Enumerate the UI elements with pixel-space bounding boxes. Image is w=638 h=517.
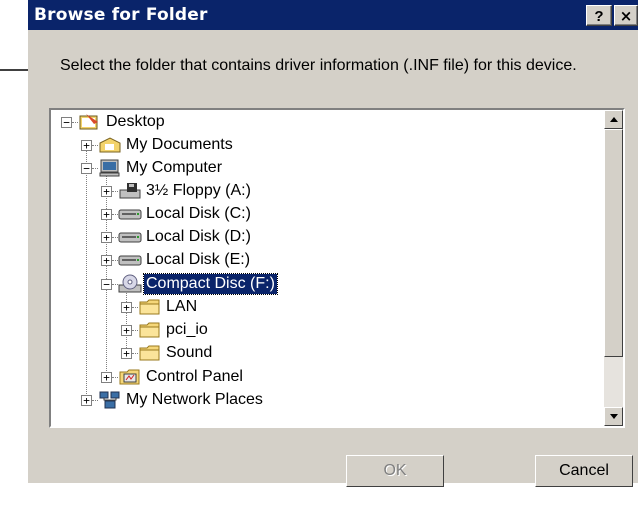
help-button[interactable]: ? <box>586 5 612 26</box>
tree-item[interactable]: − Desktop <box>51 112 591 132</box>
hard-disk-icon <box>118 204 142 224</box>
close-button[interactable]: × <box>614 5 638 26</box>
folder-tree-content: − Desktop + My Documents − My Computer +3½ Flo… <box>51 110 591 426</box>
collapse-icon[interactable]: − <box>61 117 72 128</box>
tree-item[interactable]: + Local Disk (D:) <box>51 227 591 247</box>
tree-item-label[interactable]: Compact Disc (F:) <box>143 273 278 295</box>
control-panel-icon <box>118 367 142 387</box>
tree-item[interactable]: + My Documents <box>51 135 591 155</box>
browse-for-folder-dialog: Browse for Folder ? × Select the folder … <box>28 0 638 487</box>
expand-icon[interactable]: + <box>101 255 112 266</box>
tree-item-label[interactable]: pci_io <box>164 320 210 340</box>
tree-item[interactable]: − Compact Disc (F:) <box>51 273 591 295</box>
tree-item-label[interactable]: 3½ Floppy (A:) <box>144 181 253 201</box>
network-places-icon <box>98 390 122 410</box>
collapse-icon[interactable]: − <box>81 163 92 174</box>
expand-icon[interactable]: + <box>101 372 112 383</box>
tree-item[interactable]: + LAN <box>51 297 591 317</box>
expand-icon[interactable]: + <box>121 302 132 313</box>
tree-item-label[interactable]: Local Disk (D:) <box>144 227 253 247</box>
tree-item[interactable]: + My Network Places <box>51 390 591 410</box>
tree-item[interactable]: + pci_io <box>51 320 591 340</box>
window-title: Browse for Folder <box>34 5 208 25</box>
vertical-scrollbar[interactable] <box>604 110 623 426</box>
my-documents-icon <box>98 135 122 155</box>
my-computer-icon <box>98 158 122 178</box>
cd-drive-icon <box>118 274 142 294</box>
expand-icon[interactable]: + <box>81 395 92 406</box>
tree-item[interactable]: + Control Panel <box>51 367 591 387</box>
tree-item-label[interactable]: My Network Places <box>124 390 265 410</box>
tree-item[interactable]: − My Computer <box>51 158 591 178</box>
tree-item-label[interactable]: LAN <box>164 297 199 317</box>
tree-item-label[interactable]: Local Disk (E:) <box>144 250 252 270</box>
tree-item[interactable]: + Local Disk (E:) <box>51 250 591 270</box>
collapse-icon[interactable]: − <box>101 279 112 290</box>
expand-icon[interactable]: + <box>101 209 112 220</box>
floppy-drive-icon <box>118 181 142 201</box>
tree-item-label[interactable]: Sound <box>164 343 214 363</box>
scroll-up-button[interactable] <box>604 110 623 129</box>
tree-item[interactable]: + Local Disk (C:) <box>51 204 591 224</box>
folder-icon <box>138 297 162 317</box>
cancel-button[interactable]: Cancel <box>535 455 633 487</box>
tree-item-label[interactable]: Local Disk (C:) <box>144 204 253 224</box>
tree-item-label[interactable]: My Documents <box>124 135 235 155</box>
hard-disk-icon <box>118 250 142 270</box>
expand-icon[interactable]: + <box>101 232 112 243</box>
instruction-text: Select the folder that contains driver i… <box>60 57 577 74</box>
tree-item-label[interactable]: My Computer <box>124 158 224 178</box>
tree-item[interactable]: +3½ Floppy (A:) <box>51 181 591 201</box>
up-arrow-icon <box>610 117 618 122</box>
scroll-down-button[interactable] <box>604 407 623 426</box>
tree-item-label[interactable]: Desktop <box>104 112 167 132</box>
scroll-thumb[interactable] <box>604 129 623 357</box>
down-arrow-icon <box>610 414 618 419</box>
folder-icon <box>138 343 162 363</box>
hard-disk-icon <box>118 227 142 247</box>
title-bar[interactable]: Browse for Folder ? × <box>28 0 638 30</box>
expand-icon[interactable]: + <box>81 140 92 151</box>
expand-icon[interactable]: + <box>121 348 132 359</box>
folder-tree[interactable]: − Desktop + My Documents − My Computer +3½ Flo… <box>49 108 625 428</box>
folder-icon <box>138 320 162 340</box>
expand-icon[interactable]: + <box>101 186 112 197</box>
tree-item-label[interactable]: Control Panel <box>144 367 245 387</box>
expand-icon[interactable]: + <box>121 325 132 336</box>
tree-item[interactable]: + Sound <box>51 343 591 363</box>
desktop-icon <box>78 112 102 132</box>
ok-button[interactable]: OK <box>346 455 444 487</box>
